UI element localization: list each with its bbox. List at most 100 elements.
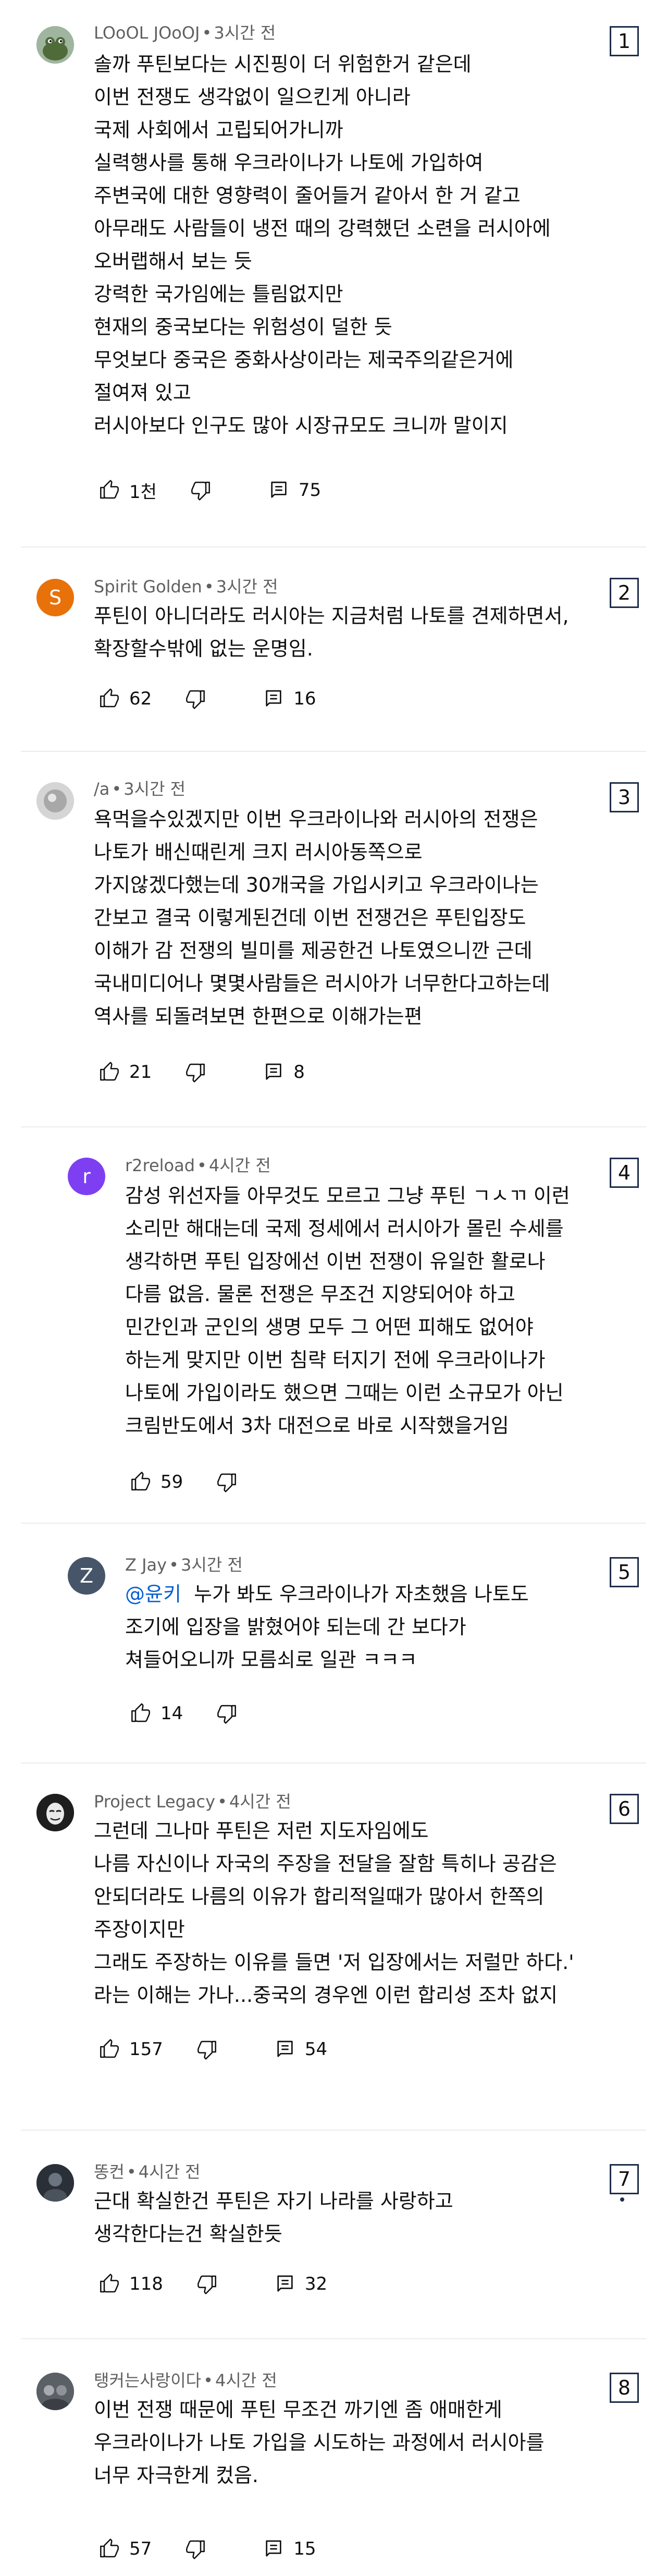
- reply-comment-icon: [266, 1063, 281, 1080]
- divider: [21, 2338, 646, 2339]
- reply-button[interactable]: 32: [275, 2274, 327, 2294]
- divider: [21, 751, 646, 752]
- reply-comment-icon: [266, 2540, 281, 2557]
- thumb-up-icon: [100, 480, 119, 499]
- comment-meta: Project Legacy • 4시간 전: [94, 1792, 291, 1812]
- orb-avatar-icon: [36, 782, 74, 820]
- comment-text: 솔까 푸틴보다는 시진핑이 더 위험한거 같은데 이번 전쟁도 생각없이 일으킨…: [94, 53, 551, 437]
- comment-actions: 118 32: [99, 2268, 327, 2300]
- comment-meta: /a • 3시간 전: [94, 779, 186, 799]
- reply-count: 8: [293, 1062, 305, 1083]
- comment-meta: Z Jay • 3시간 전: [125, 1555, 243, 1575]
- avatar-photo[interactable]: [36, 2164, 74, 2202]
- comment-meta: 똥컨 • 4시간 전: [94, 2162, 201, 2182]
- reply-count: 16: [293, 688, 316, 709]
- mention-link[interactable]: @윤키: [125, 1583, 181, 1606]
- comment-number-badge: 6: [610, 1794, 639, 1824]
- avatar-photo[interactable]: [36, 782, 74, 820]
- comment-time: 4시간 전: [138, 2162, 201, 2182]
- thumb-up-icon: [100, 688, 119, 708]
- thumb-down-icon: [186, 690, 205, 709]
- dislike-button[interactable]: [196, 2274, 217, 2294]
- comment-text: 욕먹을수있겠지만 이번 우크라이나와 러시아의 전쟁은 나토가 배신때린게 크지…: [94, 808, 550, 1028]
- avatar-letter[interactable]: Z: [68, 1557, 105, 1595]
- avatar-letter[interactable]: r: [68, 1158, 105, 1195]
- comment-number-badge: 1: [610, 26, 639, 56]
- reply-button[interactable]: 75: [268, 480, 321, 501]
- thumb-up-icon: [100, 2039, 119, 2058]
- like-count: 59: [160, 1472, 183, 1492]
- divider: [21, 1523, 646, 1524]
- thumb-down-icon: [191, 481, 210, 501]
- reply-comment-icon: [271, 481, 287, 498]
- comment-time: 3시간 전: [123, 779, 186, 799]
- comment-time: 3시간 전: [214, 23, 276, 43]
- avatar-letter[interactable]: S: [36, 579, 74, 616]
- reply-comment-icon: [277, 2040, 293, 2057]
- author-name[interactable]: 탱커는사랑이다: [94, 2371, 201, 2390]
- like-button[interactable]: 1천: [99, 478, 157, 503]
- like-button[interactable]: 21: [99, 1062, 152, 1083]
- like-button[interactable]: 14: [130, 1703, 183, 1724]
- comment-actions: 57 15: [99, 2533, 316, 2565]
- comment-text: 이번 전쟁 때문에 푸틴 무조건 까기엔 좀 애매한게 우크라이나가 나토 가입…: [94, 2398, 545, 2487]
- divider: [21, 546, 646, 548]
- group-avatar-icon: [36, 2373, 74, 2410]
- comment-number-badge: 7: [610, 2164, 639, 2194]
- decorative-dot: [620, 2197, 624, 2202]
- author-name[interactable]: Project Legacy: [94, 1792, 215, 1812]
- comment-text: 근대 확실한건 푸틴은 자기 나라를 사랑하고 생각한다는건 확실한듯: [94, 2190, 453, 2245]
- dislike-button[interactable]: [185, 1062, 206, 1083]
- reply-button[interactable]: 54: [275, 2039, 327, 2060]
- author-name[interactable]: r2reload: [125, 1156, 195, 1175]
- author-name[interactable]: Z Jay: [125, 1555, 167, 1575]
- comment-actions: 62 16: [99, 683, 316, 714]
- thumb-up-icon: [100, 2274, 119, 2293]
- author-name[interactable]: 똥컨: [94, 2162, 125, 2182]
- dislike-button[interactable]: [190, 480, 211, 501]
- reply-comment-icon: [277, 2275, 293, 2292]
- divider: [21, 2130, 646, 2131]
- author-name[interactable]: /a: [94, 779, 109, 799]
- character-avatar-icon: [36, 2164, 74, 2202]
- frog-avatar-icon: [36, 26, 74, 64]
- like-button[interactable]: 118: [99, 2274, 163, 2294]
- dislike-button[interactable]: [196, 2039, 217, 2060]
- comment-actions: 59: [130, 1466, 237, 1498]
- dislike-button[interactable]: [216, 1472, 237, 1492]
- comment-time: 3시간 전: [180, 1555, 243, 1575]
- reply-comment-icon: [266, 690, 281, 707]
- avatar-frog[interactable]: [36, 26, 74, 64]
- reply-button[interactable]: 8: [263, 1062, 305, 1083]
- comment-text: 그런데 그나마 푸틴은 저런 지도자임에도 나름 자신이나 자국의 주장을 전달…: [94, 1819, 574, 2007]
- like-count: 118: [129, 2274, 163, 2294]
- like-count: 21: [129, 1062, 152, 1083]
- reply-button[interactable]: 15: [263, 2538, 316, 2559]
- avatar-photo[interactable]: [36, 2373, 74, 2410]
- reply-count: 54: [304, 2039, 328, 2060]
- comment-actions: 14: [130, 1698, 237, 1729]
- like-button[interactable]: 62: [99, 688, 152, 709]
- comment-actions: 157 54: [99, 2034, 327, 2065]
- reply-count: 15: [293, 2538, 316, 2559]
- author-name[interactable]: LOoOL JOoOJ: [94, 23, 200, 43]
- reply-button[interactable]: 16: [263, 688, 316, 709]
- thumb-down-icon: [186, 2540, 205, 2559]
- dislike-button[interactable]: [216, 1703, 237, 1724]
- comment-meta: Spirit Golden • 3시간 전: [94, 577, 278, 597]
- comment-number-badge: 2: [610, 578, 639, 608]
- like-button[interactable]: 57: [99, 2538, 152, 2559]
- comment-actions: 1천 75: [99, 475, 321, 506]
- comment-meta: 탱커는사랑이다 • 4시간 전: [94, 2371, 277, 2390]
- like-count: 57: [129, 2538, 152, 2559]
- comment-time: 4시간 전: [215, 2371, 277, 2390]
- author-name[interactable]: Spirit Golden: [94, 577, 202, 597]
- dislike-button[interactable]: [185, 688, 206, 709]
- dislike-button[interactable]: [185, 2538, 206, 2559]
- like-button[interactable]: 59: [130, 1472, 183, 1492]
- like-button[interactable]: 157: [99, 2039, 163, 2060]
- divider: [21, 1763, 646, 1764]
- like-count: 157: [129, 2039, 163, 2060]
- avatar-photo[interactable]: [36, 1794, 74, 1831]
- reply-count: 75: [298, 480, 322, 501]
